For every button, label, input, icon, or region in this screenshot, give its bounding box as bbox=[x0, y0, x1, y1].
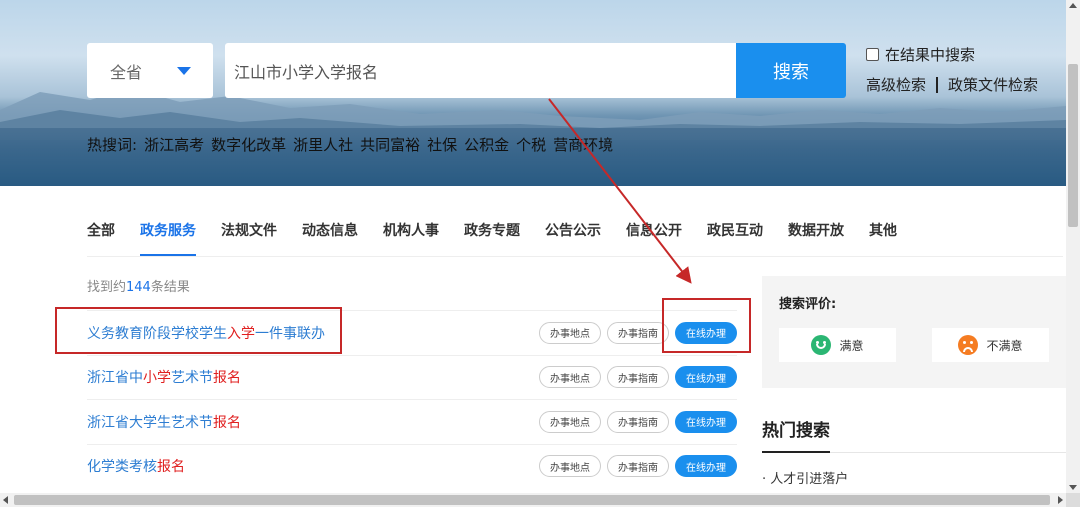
hot-search-underline bbox=[762, 451, 830, 453]
tab-news[interactable]: 动态信息 bbox=[302, 220, 358, 256]
scrollbar-corner bbox=[1066, 493, 1080, 507]
hot-search-item[interactable]: · 人才引进落户 bbox=[762, 468, 848, 487]
guide-button[interactable]: 办事指南 bbox=[607, 366, 669, 389]
result-count: 找到约144条结果 bbox=[87, 276, 190, 295]
vertical-scroll-thumb[interactable] bbox=[1068, 64, 1078, 227]
result-count-prefix: 找到约 bbox=[87, 280, 127, 295]
satisfied-button[interactable]: 满意 bbox=[779, 328, 896, 362]
online-service-button[interactable]: 在线办理 bbox=[675, 410, 737, 433]
result-title-link[interactable]: 浙江省中小学艺术节报名 bbox=[87, 367, 241, 387]
hot-word[interactable]: 营商环境 bbox=[553, 134, 613, 155]
scroll-right-icon[interactable] bbox=[1058, 496, 1063, 504]
scroll-down-icon[interactable] bbox=[1069, 485, 1077, 490]
hot-word[interactable]: 浙里人社 bbox=[293, 134, 353, 155]
online-service-button[interactable]: 在线办理 bbox=[675, 366, 737, 389]
result-title-link[interactable]: 浙江省大学生艺术节报名 bbox=[87, 412, 241, 432]
highlight-text: 报名 bbox=[213, 370, 241, 387]
frown-icon bbox=[958, 335, 979, 355]
result-actions: 办事地点 办事指南 在线办理 bbox=[539, 455, 737, 478]
region-select[interactable]: 全省 bbox=[87, 43, 213, 98]
scroll-up-icon[interactable] bbox=[1069, 3, 1077, 8]
annotation-box-online bbox=[662, 298, 751, 353]
tab-notices[interactable]: 公告公示 bbox=[545, 220, 601, 256]
location-button[interactable]: 办事地点 bbox=[539, 410, 601, 433]
tab-all[interactable]: 全部 bbox=[87, 220, 115, 256]
highlight-text: 小学 bbox=[143, 370, 171, 387]
hot-word[interactable]: 浙江高考 bbox=[144, 134, 204, 155]
highlight-text: 报名 bbox=[157, 459, 185, 476]
tab-topics[interactable]: 政务专题 bbox=[464, 220, 520, 256]
location-button[interactable]: 办事地点 bbox=[539, 321, 601, 344]
link-divider bbox=[936, 76, 939, 93]
result-row: 化学类考核报名 办事地点 办事指南 在线办理 bbox=[87, 443, 737, 489]
result-count-number: 144 bbox=[126, 280, 151, 295]
search-in-results-checkbox[interactable] bbox=[866, 48, 879, 61]
evaluation-panel: 搜索评价: 满意 不满意 bbox=[762, 276, 1066, 388]
vertical-scrollbar[interactable] bbox=[1066, 0, 1080, 493]
result-title-link[interactable]: 化学类考核报名 bbox=[87, 456, 185, 476]
highlight-text: 报名 bbox=[213, 414, 241, 431]
advanced-links: 高级检索 政策文件检索 bbox=[866, 74, 1038, 95]
advanced-search-link[interactable]: 高级检索 bbox=[866, 74, 926, 95]
search-in-results-label: 在结果中搜索 bbox=[885, 46, 976, 64]
hot-word[interactable]: 社保 bbox=[427, 134, 457, 155]
online-service-button[interactable]: 在线办理 bbox=[675, 455, 737, 478]
search-input[interactable] bbox=[225, 43, 736, 98]
evaluation-title: 搜索评价: bbox=[779, 297, 837, 312]
location-button[interactable]: 办事地点 bbox=[539, 455, 601, 478]
hot-words-prefix: 热搜词: bbox=[87, 136, 138, 154]
annotation-box-title bbox=[55, 307, 342, 354]
hot-search-title: 热门搜索 bbox=[762, 421, 830, 441]
guide-button[interactable]: 办事指南 bbox=[607, 321, 669, 344]
category-tabs: 全部 政务服务 法规文件 动态信息 机构人事 政务专题 公告公示 信息公开 政民… bbox=[87, 220, 922, 256]
hot-word[interactable]: 个税 bbox=[516, 134, 546, 155]
guide-button[interactable]: 办事指南 bbox=[607, 410, 669, 433]
unsatisfied-button[interactable]: 不满意 bbox=[932, 328, 1049, 362]
tab-disclosure[interactable]: 信息公开 bbox=[626, 220, 682, 256]
hot-word[interactable]: 共同富裕 bbox=[360, 134, 420, 155]
tab-gov-services[interactable]: 政务服务 bbox=[140, 220, 196, 256]
hot-words: 热搜词: 浙江高考 数字化改革 浙里人社 共同富裕 社保 公积金 个税 营商环境 bbox=[87, 134, 613, 155]
title-text: 艺术节 bbox=[171, 370, 213, 387]
hot-word[interactable]: 数字化改革 bbox=[211, 134, 286, 155]
result-actions: 办事地点 办事指南 在线办理 bbox=[539, 410, 737, 433]
region-label: 全省 bbox=[110, 62, 143, 82]
location-button[interactable]: 办事地点 bbox=[539, 366, 601, 389]
title-text: 浙江省大学生艺术节 bbox=[87, 414, 213, 431]
tab-interaction[interactable]: 政民互动 bbox=[707, 220, 763, 256]
guide-button[interactable]: 办事指南 bbox=[607, 455, 669, 478]
search-in-results[interactable]: 在结果中搜索 bbox=[866, 44, 975, 65]
satisfied-label: 满意 bbox=[839, 338, 864, 353]
tab-open-data[interactable]: 数据开放 bbox=[788, 220, 844, 256]
tab-regulations[interactable]: 法规文件 bbox=[221, 220, 277, 256]
result-count-suffix: 条结果 bbox=[150, 280, 190, 295]
unsatisfied-label: 不满意 bbox=[986, 338, 1023, 353]
title-text: 浙江省中 bbox=[87, 370, 143, 387]
hot-word[interactable]: 公积金 bbox=[464, 134, 509, 155]
result-actions: 办事地点 办事指南 在线办理 bbox=[539, 366, 737, 389]
scroll-left-icon[interactable] bbox=[3, 496, 8, 504]
tabs-divider bbox=[87, 256, 1063, 257]
chevron-down-icon bbox=[177, 67, 191, 75]
tab-personnel[interactable]: 机构人事 bbox=[383, 220, 439, 256]
result-row: 浙江省中小学艺术节报名 办事地点 办事指南 在线办理 bbox=[87, 354, 737, 400]
tab-other[interactable]: 其他 bbox=[869, 220, 897, 256]
result-row: 浙江省大学生艺术节报名 办事地点 办事指南 在线办理 bbox=[87, 399, 737, 444]
smile-icon bbox=[811, 335, 832, 355]
horizontal-scrollbar[interactable] bbox=[0, 493, 1066, 507]
search-button[interactable]: 搜索 bbox=[736, 43, 846, 98]
policy-search-link[interactable]: 政策文件检索 bbox=[948, 74, 1038, 95]
horizontal-scroll-thumb[interactable] bbox=[14, 495, 1050, 505]
title-text: 化学类考核 bbox=[87, 459, 157, 476]
